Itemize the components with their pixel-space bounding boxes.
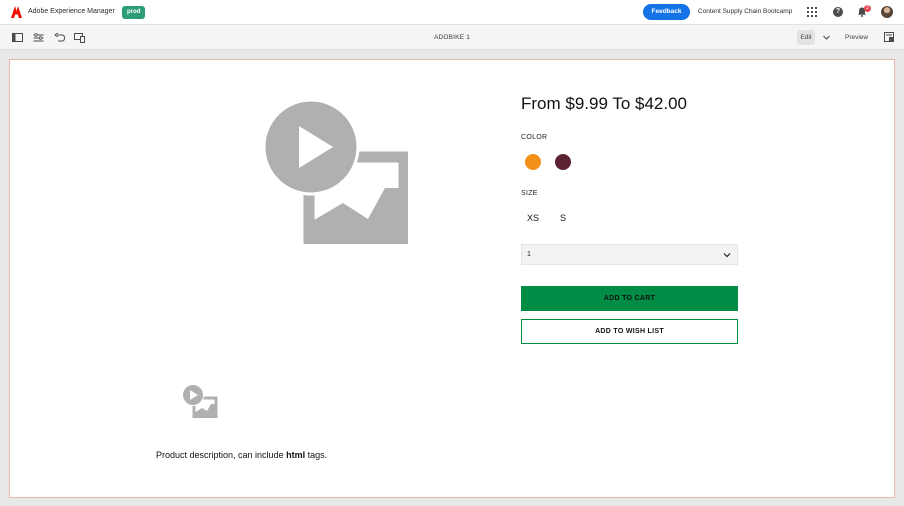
add-to-cart-button[interactable]: ADD TO CART [521, 286, 738, 311]
user-avatar[interactable] [881, 6, 893, 18]
size-option-s[interactable]: S [560, 213, 566, 223]
thumbnail-media-placeholder-icon[interactable] [182, 384, 218, 418]
app-switcher-icon[interactable] [807, 7, 817, 17]
feedback-button[interactable]: Feedback [643, 4, 690, 20]
org-switcher[interactable]: Content Supply Chain Bootcamp [698, 8, 792, 15]
color-label: COLOR [521, 134, 548, 141]
quantity-value: 1 [527, 251, 531, 258]
notification-count-badge: 2 [864, 5, 871, 12]
preview-button[interactable]: Preview [845, 34, 868, 41]
color-swatch-maroon[interactable] [555, 154, 571, 170]
edit-mode-button[interactable]: Edit [797, 30, 815, 45]
help-icon[interactable]: ? [833, 7, 843, 17]
chevron-down-icon [723, 253, 731, 258]
add-to-wish-list-button[interactable]: ADD TO WISH LIST [521, 319, 738, 344]
properties-panel-icon[interactable] [884, 32, 894, 42]
size-label: SIZE [521, 190, 538, 197]
chevron-down-icon[interactable] [822, 33, 831, 42]
size-option-xs[interactable]: XS [527, 213, 539, 223]
page-canvas[interactable]: Product description, can include html ta… [9, 59, 895, 498]
product-description: Product description, can include html ta… [156, 450, 328, 460]
quantity-select[interactable]: 1 [521, 244, 738, 265]
adobe-logo-icon[interactable] [11, 6, 22, 18]
global-header: Adobe Experience Manager prod Feedback C… [0, 0, 904, 25]
app-title[interactable]: Adobe Experience Manager [28, 8, 115, 15]
editor-toolbar: ADOBIKE 1 Edit Preview [0, 25, 904, 50]
environment-badge: prod [122, 6, 146, 19]
page-name: ADOBIKE 1 [433, 34, 471, 41]
color-swatch-orange[interactable] [525, 154, 541, 170]
product-media-placeholder-icon[interactable] [263, 99, 408, 244]
product-price: From $9.99 To $42.00 [521, 94, 688, 113]
